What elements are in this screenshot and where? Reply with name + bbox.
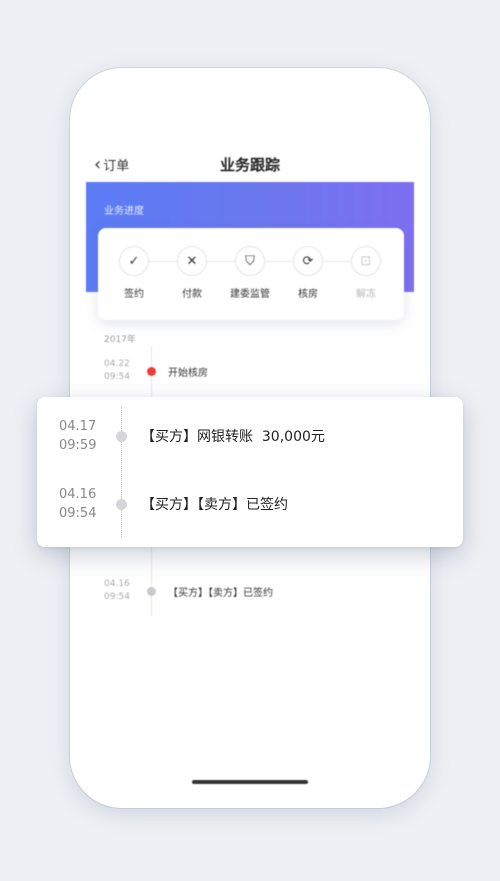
timeline-dot bbox=[116, 498, 127, 510]
step-verify-house[interactable]: ⟳ 核房 bbox=[284, 246, 332, 300]
shield-icon: ⛉ bbox=[235, 246, 265, 276]
timeline-clock: 09:54 bbox=[104, 372, 130, 382]
step-supervision[interactable]: ⛉ 建委监管 bbox=[226, 246, 274, 300]
timeline-dot bbox=[116, 430, 127, 442]
home-indicator bbox=[192, 780, 308, 784]
timeline-item: 04.17 09:59 【买方】网银转账 30,000元 bbox=[59, 417, 325, 455]
page-title: 业务跟踪 bbox=[219, 156, 280, 174]
timeline-date: 04.16 bbox=[59, 487, 97, 502]
nav-bar: ‹ 订单 业务跟踪 bbox=[70, 152, 430, 182]
timeline-dot-active bbox=[147, 366, 156, 376]
timeline-date: 04.16 bbox=[104, 579, 130, 589]
timeline-zoom-card: 04.17 09:59 【买方】网银转账 30,000元 04.16 09:54… bbox=[37, 397, 463, 547]
timeline-clock: 09:54 bbox=[59, 506, 97, 521]
timeline-date: 04.22 bbox=[104, 359, 130, 369]
timeline-time: 04.16 09:54 bbox=[104, 578, 140, 604]
timeline-clock: 09:54 bbox=[104, 592, 130, 602]
unlock-icon: ⊡ bbox=[351, 246, 381, 276]
timeline-time: 04.17 09:59 bbox=[59, 417, 115, 455]
timeline-year: 2017年 bbox=[104, 335, 136, 345]
timeline-dot bbox=[147, 586, 156, 596]
banner-label: 业务进度 bbox=[104, 206, 144, 217]
steps-row: ✓ 签约 ✕ 付款 ⛉ 建委监管 ⟳ 核房 ⊡ 解冻 bbox=[98, 228, 404, 300]
step-label: 建委监管 bbox=[230, 289, 270, 300]
timeline-item: 04.16 09:54 【买方】【卖方】已签约 bbox=[59, 485, 288, 523]
timeline-date: 04.17 bbox=[59, 419, 97, 434]
timeline-item: 04.16 09:54 【买方】【卖方】已签约 bbox=[104, 578, 273, 604]
timeline-text: 【买方】网银转账 30,000元 bbox=[141, 429, 325, 445]
timeline-item: 04.22 09:54 开始核房 bbox=[104, 358, 208, 384]
timeline-clock: 09:59 bbox=[59, 438, 97, 453]
timeline-time: 04.22 09:54 bbox=[104, 358, 140, 384]
timeline-text: 【买方】【卖方】已签约 bbox=[168, 587, 273, 599]
timeline-text: 开始核房 bbox=[168, 367, 208, 379]
step-label: 付款 bbox=[182, 289, 202, 300]
step-label: 解冻 bbox=[356, 289, 376, 300]
step-unfreeze[interactable]: ⊡ 解冻 bbox=[342, 246, 390, 300]
step-sign[interactable]: ✓ 签约 bbox=[110, 246, 158, 300]
step-label: 核房 bbox=[298, 289, 318, 300]
check-icon: ✓ bbox=[119, 246, 149, 276]
refresh-icon: ⟳ bbox=[293, 246, 323, 276]
timeline-time: 04.16 09:54 bbox=[59, 485, 115, 523]
step-payment[interactable]: ✕ 付款 bbox=[168, 246, 216, 300]
steps-card: ✓ 签约 ✕ 付款 ⛉ 建委监管 ⟳ 核房 ⊡ 解冻 bbox=[98, 228, 404, 320]
close-icon: ✕ bbox=[177, 246, 207, 276]
timeline-text: 【买方】【卖方】已签约 bbox=[141, 497, 288, 513]
step-label: 签约 bbox=[124, 289, 144, 300]
